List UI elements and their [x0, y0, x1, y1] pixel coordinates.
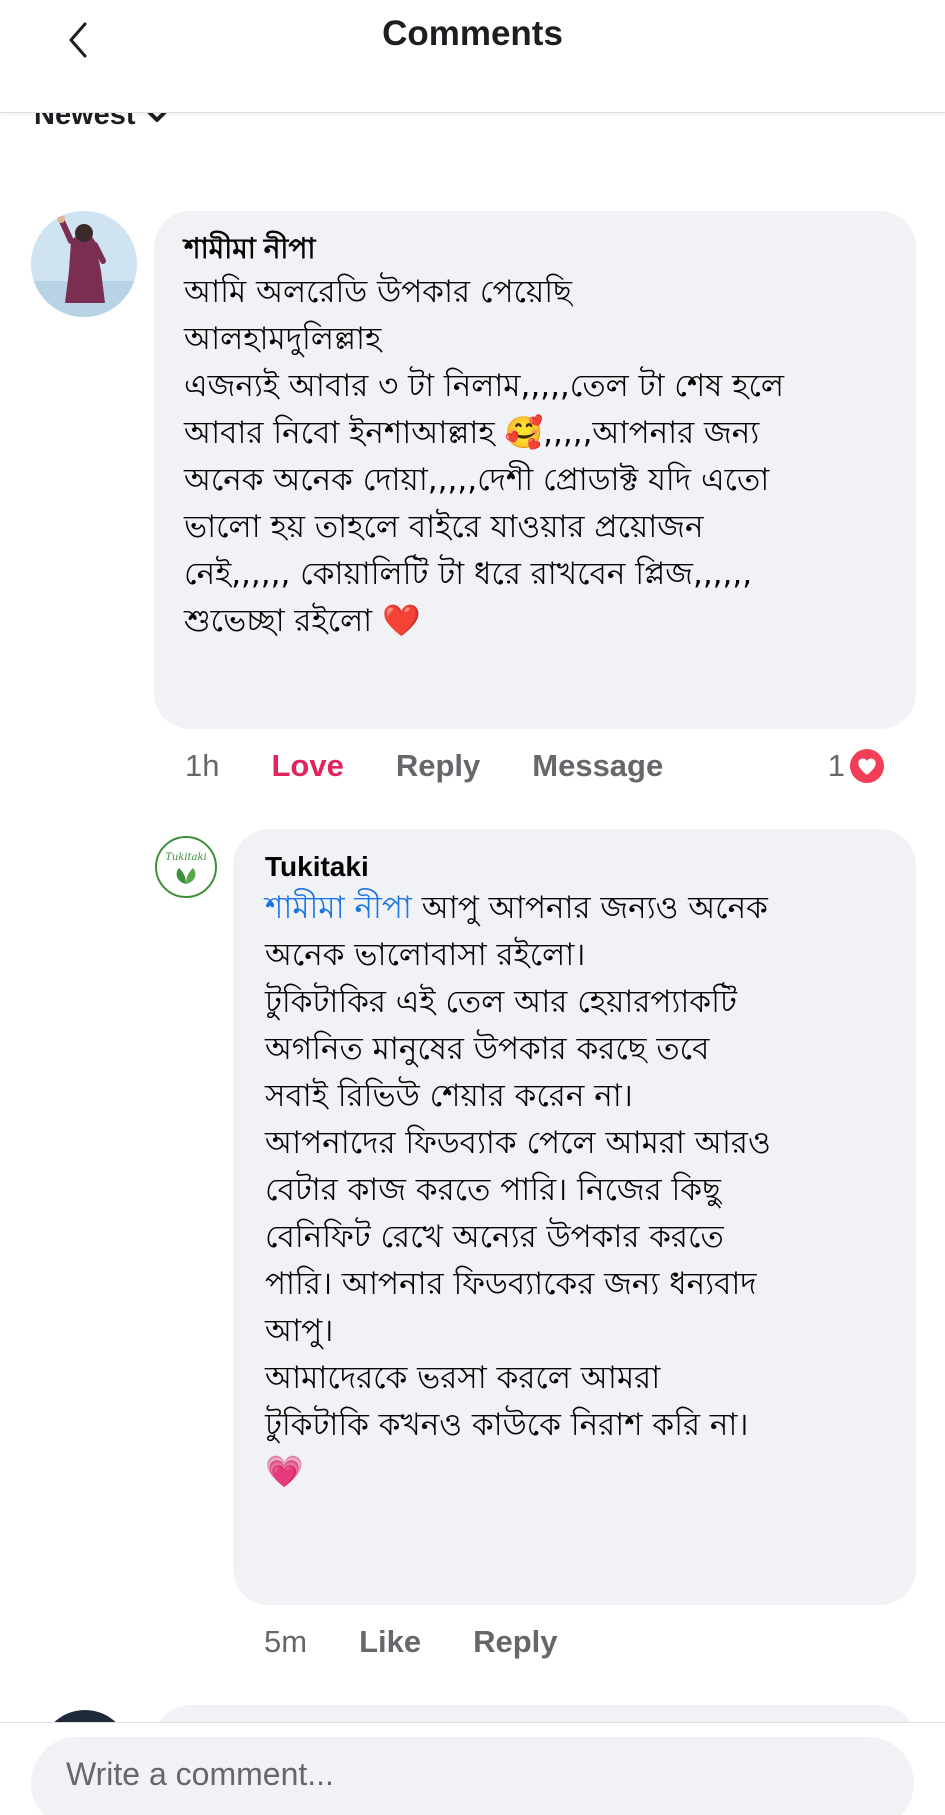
comment-line-text: ,,,,,আপনার জন্য	[543, 415, 760, 451]
comment-line-text: আপু আপনার জন্যও অনেক	[411, 890, 768, 926]
comment-line: আমি অলরেডি উপকার পেয়েছি	[184, 274, 572, 310]
reply-button[interactable]: Reply	[396, 748, 480, 784]
leaf-logo-icon: Tukitaki	[165, 852, 207, 884]
comment-line-text: শুভেচ্ছা রইলো	[184, 603, 373, 639]
comment-actions: 1h Love Reply Message 1	[185, 744, 915, 788]
comment-line: অগনিত মানুষের উপকার করছে তবে	[265, 1031, 710, 1067]
reaction-summary[interactable]: 1	[828, 748, 885, 784]
mention-link[interactable]: শামীমা নীপা	[265, 890, 412, 926]
comment-line: অনেক অনেক দোয়া,,,,,দেশী প্রোডাক্ট যদি এ…	[184, 462, 770, 498]
comment-line: সবাই রিভিউ শেয়ার করেন না।	[265, 1078, 633, 1114]
comment-line: ভালো হয় তাহলে বাইরে যাওয়ার প্রয়োজন	[184, 509, 704, 545]
comment-line: আলহামদুলিল্লাহ	[184, 321, 382, 357]
page-avatar[interactable]: Tukitaki	[155, 836, 217, 898]
comment-line: শুভেচ্ছা রইলো ❤️	[184, 598, 886, 645]
reply-bubble: Tukitaki শামীমা নীপা আপু আপনার জন্যও অনে…	[233, 829, 916, 1605]
comment-text: শামীমা নীপা আপু আপনার জন্যও অনেক অনেক ভা…	[265, 885, 886, 1496]
reaction-count: 1	[827, 748, 845, 783]
reply-actions: 5m Like Reply	[264, 1620, 610, 1664]
comment-line: বেটার কাজ করতে পারি। নিজের কিছু	[265, 1172, 721, 1208]
comment-time: 5m	[264, 1624, 308, 1659]
comment-line: নেই,,,,,, কোয়ালিটি টা ধরে রাখবেন প্লিজ,…	[184, 556, 753, 592]
comment-line: টুকিটাকি কখনও কাউকে নিরাশ করি না।	[265, 1407, 749, 1443]
message-button[interactable]: Message	[532, 748, 663, 784]
page-title: Comments	[382, 14, 563, 53]
comment-composer[interactable]	[31, 1737, 914, 1815]
like-button[interactable]: Like	[359, 1624, 421, 1660]
avatar[interactable]	[31, 211, 137, 317]
comment-author[interactable]: Tukitaki	[265, 849, 886, 885]
comment-text: আমি অলরেডি উপকার পেয়েছি আলহামদুলিল্লাহ …	[184, 269, 886, 645]
comment-line: আমাদেরকে ভরসা করলে আমরা	[265, 1360, 661, 1396]
comment-line: 💗	[265, 1449, 886, 1496]
comment-line: টুকিটাকির এই তেল আর হেয়ারপ্যাকটি	[265, 984, 737, 1020]
comment-author[interactable]: শামীমা নীপা	[184, 231, 886, 267]
user-photo-icon	[31, 211, 137, 317]
comment-line: আপু।	[265, 1313, 334, 1349]
comment-line: পারি। আপনার ফিডব্যাকের জন্য ধন্যবাদ	[265, 1266, 757, 1302]
comments-page: Comments Newest শামীমা নীপা আমি অলরেডি উ…	[0, 0, 945, 1815]
comments-header: Comments	[0, 0, 945, 113]
comment-line: বেনিফিট রেখে অন্যের উপকার করতে	[265, 1219, 724, 1255]
smiling-face-with-hearts-icon: 🥰	[504, 415, 544, 451]
comment-line: আবার নিবো ইনশাআল্লাহ 🥰,,,,,আপনার জন্য	[184, 410, 886, 457]
reply-button[interactable]: Reply	[473, 1624, 557, 1660]
comment-line: এজন্যই আবার ৩ টা নিলাম,,,,,তেল টা শেষ হল…	[184, 368, 785, 404]
comment-line: অনেক ভালোবাসা রইলো।	[265, 937, 586, 973]
comment-line-text: আবার নিবো ইনশাআল্লাহ	[184, 415, 495, 451]
logo-text: Tukitaki	[165, 852, 207, 863]
comment-bubble: শামীমা নীপা আমি অলরেডি উপকার পেয়েছি আলহ…	[154, 211, 916, 729]
comment-input[interactable]	[64, 1754, 888, 1794]
growing-heart-icon: 💗	[265, 1454, 304, 1490]
love-button[interactable]: Love	[271, 748, 343, 784]
comment-time: 1h	[185, 748, 220, 783]
red-heart-icon: ❤️	[382, 603, 421, 639]
comment-line: শামীমা নীপা আপু আপনার জন্যও অনেক	[265, 885, 886, 932]
comment-line: আপনাদের ফিডব্যাক পেলে আমরা আরও	[265, 1125, 771, 1161]
love-reaction-icon	[850, 749, 884, 783]
